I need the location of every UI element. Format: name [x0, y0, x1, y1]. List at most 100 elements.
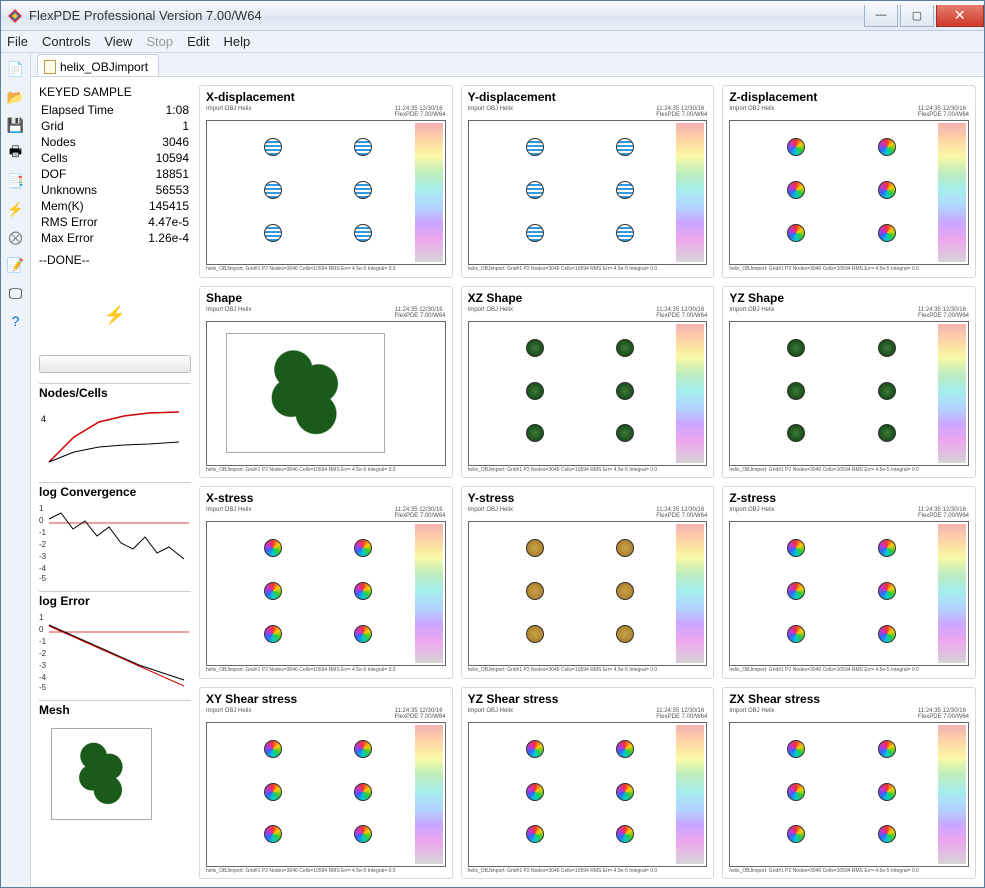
plot-panel[interactable]: Z-displacementImport OBJ Helix11:24:35 1… — [722, 85, 976, 278]
menu-stop: Stop — [146, 34, 173, 49]
plot-panel[interactable]: ZX Shear stress Import OBJ Helix11:24:35 … — [722, 687, 976, 880]
close-icon: ✕ — [954, 7, 966, 24]
minichart-log-convergence[interactable]: log Convergence 10-1 -2-3-4-5 — [39, 482, 191, 581]
color-legend — [938, 524, 966, 663]
color-legend — [415, 725, 443, 864]
minichart-nodes-cells[interactable]: Nodes/Cells 4 — [39, 383, 191, 472]
minichart-title: log Convergence — [39, 485, 191, 499]
stat-value: 4.47e-5 — [137, 215, 189, 229]
plot-panel[interactable]: Y-stressImport OBJ Helix11:24:35 12/30/1… — [461, 486, 715, 679]
copy-button[interactable]: 📑 — [6, 171, 26, 191]
plot-canvas — [729, 321, 969, 466]
new-button[interactable]: 📄 — [6, 59, 26, 79]
open-folder-icon: 📂 — [7, 89, 24, 106]
color-legend — [938, 324, 966, 463]
plot-panel[interactable]: XY Shear stressImport OBJ Helix11:24:35 … — [199, 687, 453, 880]
tab-document[interactable]: helix_OBJimport — [37, 54, 159, 76]
menu-view[interactable]: View — [104, 34, 132, 49]
view-button[interactable]: 🖵 — [6, 283, 26, 303]
client-area: 📄 📂 💾 🖶 📑 ⚡ ⨂ 📝 🖵 ? helix_OBJimport — [1, 53, 984, 887]
plot-canvas — [206, 521, 446, 666]
plot-footer: helix_OBJimport: Grid#1 P2 Nodes=3046 Ce… — [729, 468, 969, 474]
plot-canvas — [468, 321, 708, 466]
plot-canvas — [468, 521, 708, 666]
svg-text:-3: -3 — [39, 661, 47, 670]
minichart-mesh[interactable]: Mesh — [39, 700, 191, 829]
plot-panel[interactable]: Z-stress Import OBJ Helix11:24:35 12/30/1… — [722, 486, 976, 679]
plot-title: X-displacement — [206, 90, 446, 104]
lightning-icon: ⚡ — [104, 305, 126, 326]
color-legend — [938, 725, 966, 864]
plot-footer: helix_OBJimport: Grid#1 P2 Nodes=3046 Ce… — [468, 468, 708, 474]
svg-text:-2: -2 — [39, 540, 47, 549]
plot-canvas — [206, 120, 446, 265]
stat-key: Grid — [41, 119, 135, 133]
plot-canvas — [729, 120, 969, 265]
stat-key: Unknowns — [41, 183, 135, 197]
plot-footer: helix_OBJimport: Grid#1 P2 Nodes=3046 Ce… — [729, 267, 969, 273]
stat-key: Mem(K) — [41, 199, 135, 213]
plot-meta: Import OBJ Helix11:24:35 12/30/16FlexPDE… — [206, 507, 446, 519]
plot-meta: Import OBJ Helix11:24:35 12/30/16FlexPDE… — [468, 507, 708, 519]
plot-footer: helix_OBJimport: Grid#1 P2 Nodes=3046 Ce… — [729, 869, 969, 875]
stop-icon: ⨂ — [9, 229, 23, 246]
save-button[interactable]: 💾 — [6, 115, 26, 135]
run-button[interactable]: ⚡ — [6, 199, 26, 219]
plot-title: XY Shear stress — [206, 692, 446, 706]
plot-canvas — [729, 521, 969, 666]
minimize-button[interactable]: — — [864, 5, 898, 27]
stat-value: 1 — [137, 119, 189, 133]
stats-table: Elapsed Time1:08Grid1Nodes3046Cells10594… — [39, 101, 191, 247]
print-button[interactable]: 🖶 — [6, 143, 26, 163]
svg-text:-5: -5 — [39, 683, 47, 690]
edit-button[interactable]: 📝 — [6, 255, 26, 275]
plot-meta: Import OBJ Helix11:24:35 12/30/16FlexPDE… — [729, 507, 969, 519]
maximize-button[interactable]: ▢ — [900, 5, 934, 27]
plot-panel[interactable]: Y-displacementImport OBJ Helix11:24:35 1… — [461, 85, 715, 278]
menubar: File Controls View Stop Edit Help — [1, 31, 984, 53]
color-legend — [415, 524, 443, 663]
plot-panel[interactable]: YZ ShapeImport OBJ Helix11:24:35 12/30/1… — [722, 286, 976, 479]
plot-meta: Import OBJ Helix11:24:35 12/30/16FlexPDE… — [729, 106, 969, 118]
progress-bar — [39, 355, 191, 373]
plot-footer: helix_OBJimport: Grid#1 P2 Nodes=3046 Ce… — [468, 267, 708, 273]
plot-meta: Import OBJ Helix11:24:35 12/30/16FlexPDE… — [729, 708, 969, 720]
svg-text:-3: -3 — [39, 552, 47, 561]
stats-row: Unknowns56553 — [41, 183, 189, 197]
plot-canvas — [206, 321, 446, 466]
help-button[interactable]: ? — [6, 311, 26, 331]
minichart-title: Nodes/Cells — [39, 386, 191, 400]
plot-panel[interactable]: YZ Shear stressImport OBJ Helix11:24:35 … — [461, 687, 715, 880]
stats-row: RMS Error4.47e-5 — [41, 215, 189, 229]
minichart-title: Mesh — [39, 703, 191, 717]
stat-value: 145415 — [137, 199, 189, 213]
plot-title: XZ Shape — [468, 291, 708, 305]
menu-help[interactable]: Help — [223, 34, 250, 49]
stats-row: Grid1 — [41, 119, 189, 133]
plot-canvas — [468, 120, 708, 265]
stat-key: Max Error — [41, 231, 135, 245]
svg-text:1: 1 — [39, 613, 44, 622]
minichart-log-error[interactable]: log Error 10-1 -2-3-4-5 — [39, 591, 191, 690]
plot-footer: helix_OBJimport: Grid#1 P2 Nodes=3046 Ce… — [468, 668, 708, 674]
menu-edit[interactable]: Edit — [187, 34, 209, 49]
open-button[interactable]: 📂 — [6, 87, 26, 107]
stat-key: RMS Error — [41, 215, 135, 229]
close-button[interactable]: ✕ — [936, 5, 984, 27]
svg-text:-5: -5 — [39, 574, 47, 581]
menu-controls[interactable]: Controls — [42, 34, 90, 49]
edit-icon: 📝 — [7, 257, 24, 274]
plot-panel[interactable]: X-displacementImport OBJ Helix11:24:35 1… — [199, 85, 453, 278]
stop-button[interactable]: ⨂ — [6, 227, 26, 247]
plot-title: Z-stress — [729, 491, 969, 505]
plot-panel[interactable]: ShapeImport OBJ Helix11:24:35 12/30/16Fl… — [199, 286, 453, 479]
lightning-icon: ⚡ — [7, 201, 24, 218]
menu-file[interactable]: File — [7, 34, 28, 49]
stat-key: Elapsed Time — [41, 103, 135, 117]
stat-value: 1.26e-4 — [137, 231, 189, 245]
stat-key: Cells — [41, 151, 135, 165]
plot-title: ZX Shear stress — [729, 692, 969, 706]
plot-footer: helix_OBJimport: Grid#1 P2 Nodes=3046 Ce… — [206, 668, 446, 674]
plot-panel[interactable]: X-stressImport OBJ Helix11:24:35 12/30/1… — [199, 486, 453, 679]
plot-panel[interactable]: XZ ShapeImport OBJ Helix11:24:35 12/30/1… — [461, 286, 715, 479]
